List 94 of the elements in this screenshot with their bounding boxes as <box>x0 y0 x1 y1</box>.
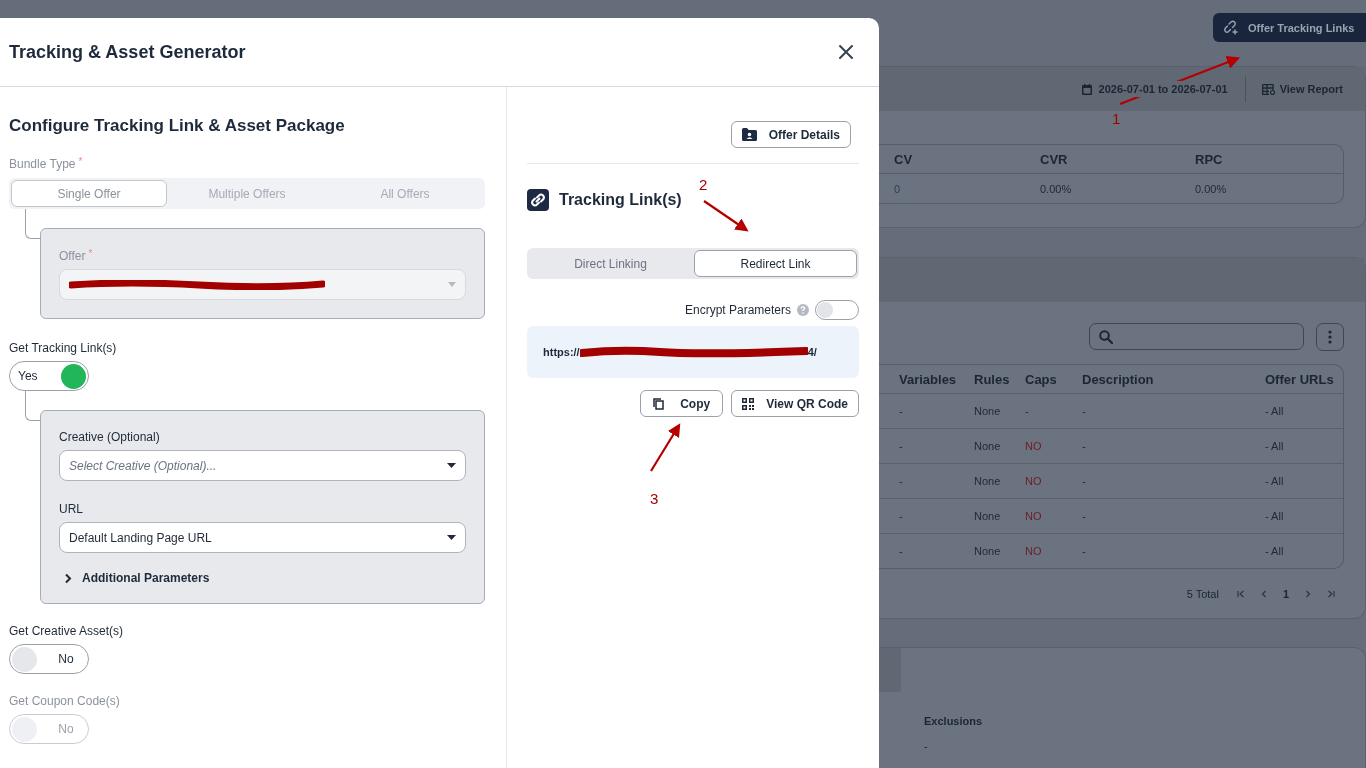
table-cell-text: NO <box>1025 440 1043 452</box>
offer-select[interactable] <box>59 269 466 300</box>
table-cell-text: None <box>974 475 1002 487</box>
column-header: Description <box>1082 371 1155 387</box>
yes-no-toggle[interactable]: No <box>9 644 89 674</box>
calendar-icon <box>1081 83 1092 95</box>
tracking-link-text: 4/ <box>807 346 817 358</box>
table-cell-text: - All <box>1265 545 1285 557</box>
search-field[interactable] <box>1089 323 1304 350</box>
caret-icon <box>448 282 456 287</box>
tracking-link-text: https:// <box>543 346 580 358</box>
section-heading: Tracking Link(s) <box>559 191 682 209</box>
close-icon[interactable] <box>838 44 854 60</box>
table-cell-text: - <box>899 405 904 417</box>
encrypt-parameters-label: Encrypt Parameters <box>684 303 791 317</box>
modal-title: Tracking & Asset Generator <box>9 41 246 63</box>
field-label: URL <box>59 502 83 516</box>
required-mark: * <box>78 157 83 167</box>
first-page-icon[interactable] <box>1236 590 1245 598</box>
copy-button[interactable]: Copy <box>640 390 724 417</box>
qr-code-icon <box>742 397 755 410</box>
field-label: Get Tracking Link(s) <box>9 341 117 355</box>
table-cell-text: - <box>1082 510 1087 522</box>
table-cell-text: None <box>974 545 1002 557</box>
bundle-type-tab[interactable]: Single Offer <box>11 180 167 207</box>
link-type-tab[interactable]: Direct Linking <box>529 250 692 277</box>
table-cell-text: NO <box>1025 475 1043 487</box>
table-cell-text: - All <box>1265 510 1285 522</box>
help-icon <box>797 304 809 316</box>
creative-select[interactable]: Select Creative (Optional)... <box>59 450 466 481</box>
annotation-arrow <box>703 200 749 232</box>
link-icon <box>527 189 549 211</box>
annotation-arrow <box>650 423 681 472</box>
required-mark: * <box>88 249 93 259</box>
column-header: RPC <box>1195 151 1224 167</box>
encrypt-switch[interactable] <box>815 300 859 320</box>
section-heading: Configure Tracking Link & Asset Package <box>9 115 345 137</box>
column-header: Caps <box>1025 371 1058 387</box>
column-header: CV <box>894 151 914 167</box>
link-type-tab[interactable]: Redirect Link <box>694 250 857 277</box>
table-cell-text: - <box>899 475 904 487</box>
table-cell-text: None <box>974 510 1002 522</box>
view-qr-code-button[interactable]: View QR Code <box>731 390 859 417</box>
field-label: Offer <box>59 249 86 263</box>
table-cell-text: - <box>1082 440 1087 452</box>
more-icon <box>1328 330 1332 344</box>
search-icon <box>1099 329 1113 344</box>
table-cell-text: - <box>1025 405 1030 417</box>
folder-user-icon <box>741 128 757 141</box>
table-cell-text: NO <box>1025 510 1043 522</box>
annotation-number: 2 <box>699 176 708 193</box>
field-label: Bundle Type <box>9 157 76 171</box>
next-page-icon[interactable] <box>1305 590 1311 598</box>
table-cell-text: - <box>899 545 904 557</box>
additional-parameters-toggle[interactable]: Additional Parameters <box>59 571 210 585</box>
table-cell-text: - All <box>1265 440 1285 452</box>
annotation-number: 1 <box>1112 110 1121 127</box>
table-cell-text: - All <box>1265 475 1285 487</box>
table-cell-text: - <box>1082 405 1087 417</box>
copy-icon <box>653 397 665 410</box>
table-cell-text: - <box>899 510 904 522</box>
table-cell-text: - All <box>1265 405 1285 417</box>
column-header: Rules <box>974 371 1011 387</box>
table-cell-text: NO <box>1025 545 1043 557</box>
column-header: Offer URLs <box>1265 371 1335 387</box>
previous-page-icon[interactable] <box>1260 590 1267 598</box>
offer-details-button[interactable]: Offer Details <box>730 121 851 148</box>
table-cell-text: - <box>1082 475 1087 487</box>
chevron-right-icon <box>64 572 72 584</box>
offer-tracking-links-button[interactable]: Offer Tracking Links <box>1213 13 1366 42</box>
table-cell-text: 0.00% <box>1195 182 1228 195</box>
field-label: Get Coupon Code(s) <box>9 694 120 708</box>
link-plus-icon <box>1223 20 1238 35</box>
column-header: CVR <box>1040 151 1069 167</box>
url-select[interactable]: Default Landing Page URL <box>59 522 466 553</box>
table-cell-text: - <box>899 440 904 452</box>
field-label: Creative (Optional) <box>59 430 160 444</box>
column-header: Variables <box>899 371 958 387</box>
table-cell-text: None <box>974 440 1002 452</box>
table-cell-text: - <box>1082 545 1087 557</box>
annotation-number: 3 <box>650 490 659 507</box>
table-icon <box>1261 83 1276 95</box>
caret-icon <box>447 463 456 468</box>
page-number[interactable]: 1 <box>1282 588 1289 600</box>
exclusions-value: - <box>924 740 928 752</box>
more-options-button[interactable] <box>1316 323 1344 351</box>
total-count: 5 Total <box>1186 588 1219 600</box>
table-cell-text: None <box>974 405 1002 417</box>
caret-icon <box>447 535 456 540</box>
exclusions-label: Exclusions <box>924 715 983 727</box>
field-label: Get Creative Asset(s) <box>9 624 124 638</box>
table-cell-text: 0.00% <box>1040 182 1073 195</box>
yes-no-toggle[interactable]: Yes <box>9 361 89 391</box>
last-page-icon[interactable] <box>1327 590 1335 598</box>
